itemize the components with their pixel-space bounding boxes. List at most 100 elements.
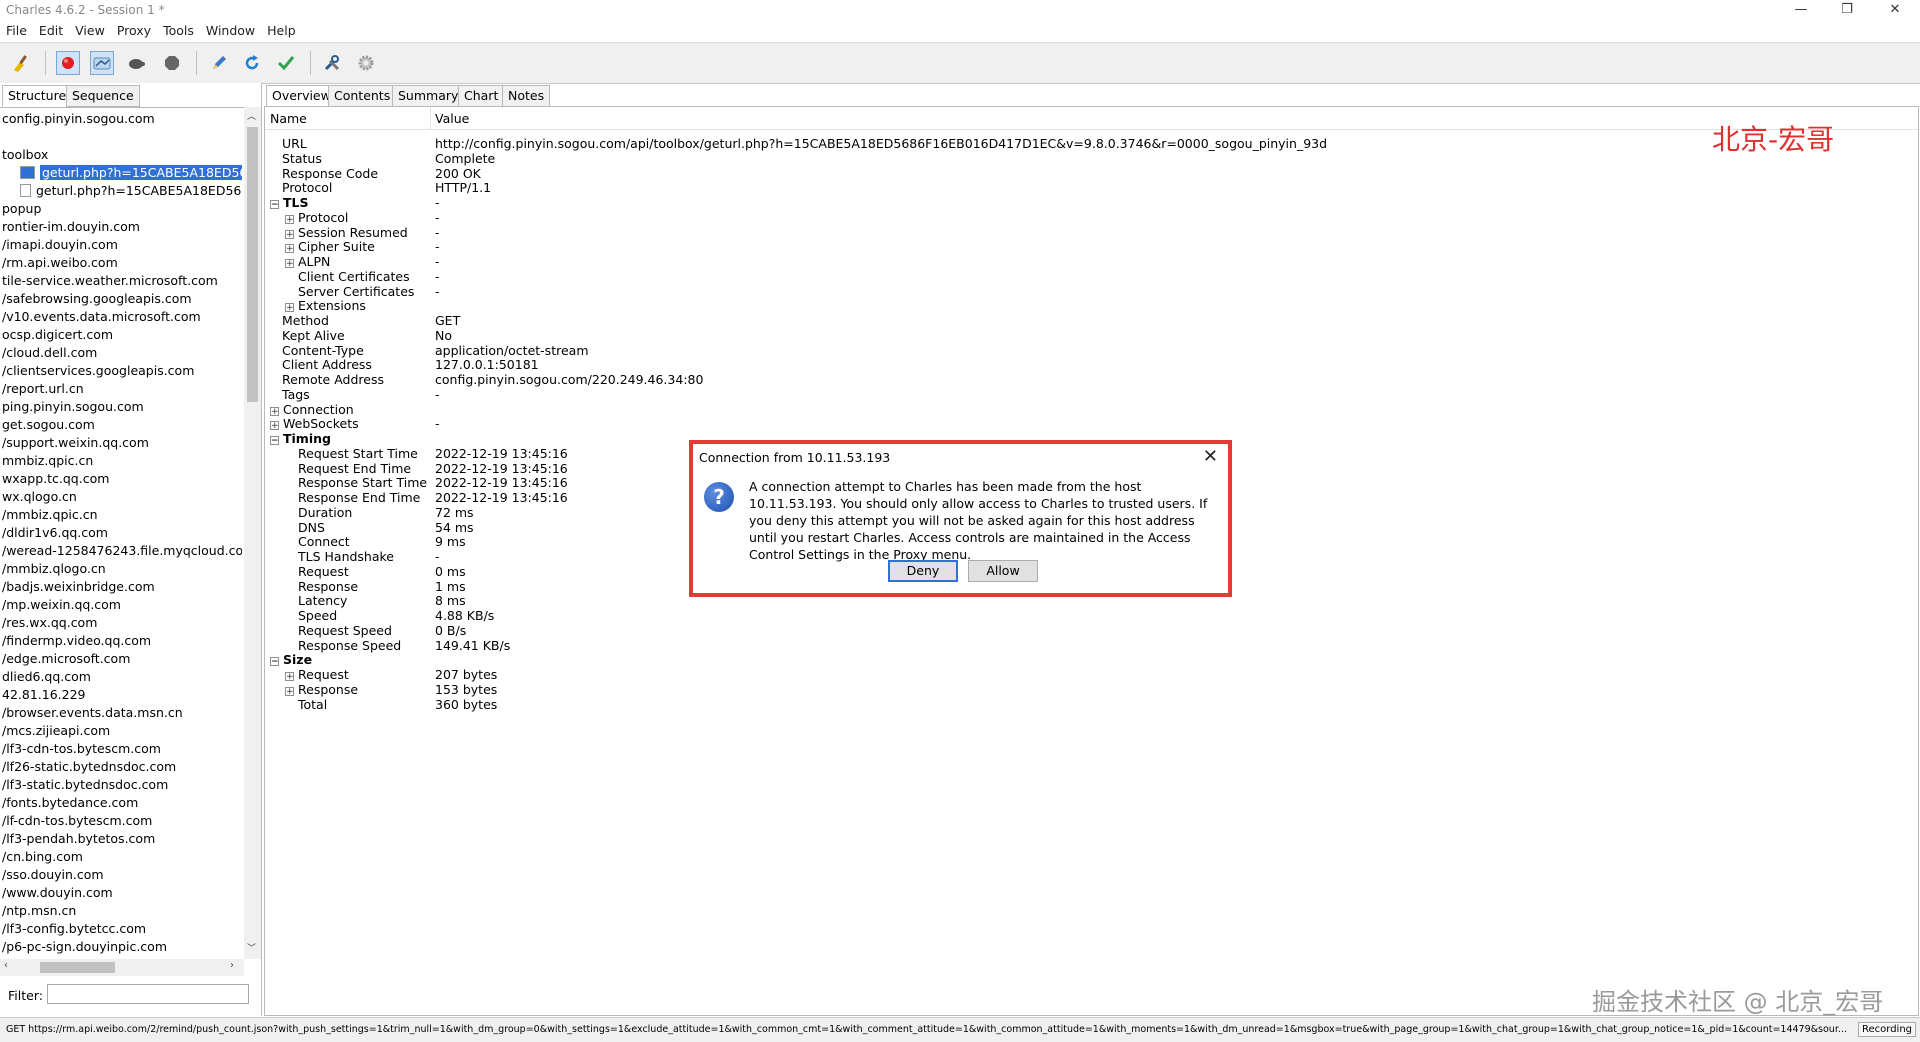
tree-host-item[interactable]: /lf3-pendah.bytetos.com bbox=[2, 830, 242, 848]
row-name-text: Request Start Time bbox=[298, 445, 418, 461]
tree-host-item[interactable]: /mmbiz.qpic.cn bbox=[2, 506, 242, 524]
allow-button[interactable]: Allow bbox=[968, 560, 1038, 582]
tab-contents[interactable]: Contents bbox=[328, 85, 397, 107]
tree-host-item[interactable]: popup bbox=[2, 200, 242, 218]
dialog-close-icon[interactable]: ✕ bbox=[1203, 446, 1218, 467]
tree-host-item[interactable]: 42.81.16.229 bbox=[2, 686, 242, 704]
tab-notes[interactable]: Notes bbox=[502, 85, 551, 107]
minimize-button[interactable]: — bbox=[1778, 0, 1824, 20]
tree-host-item[interactable]: /cn.bing.com bbox=[2, 848, 242, 866]
tree-host-item[interactable]: /lf-cdn-tos.bytescm.com bbox=[2, 812, 242, 830]
tree-host-item[interactable]: /fonts.bytedance.com bbox=[2, 794, 242, 812]
collapse-icon[interactable]: − bbox=[270, 657, 279, 667]
tab-chart[interactable]: Chart bbox=[458, 85, 505, 107]
tree-host-item[interactable]: /imapi.douyin.com bbox=[2, 236, 242, 254]
tree-host-item[interactable]: rontier-im.douyin.com bbox=[2, 218, 242, 236]
expand-icon[interactable]: + bbox=[285, 303, 294, 313]
throttle-icon[interactable] bbox=[90, 51, 114, 75]
tree-host-item[interactable]: /p6-pc-sign.douyinpic.com bbox=[2, 938, 242, 956]
tree-host-item[interactable]: get.sogou.com bbox=[2, 416, 242, 434]
menu-window[interactable]: Window bbox=[200, 20, 261, 42]
tree-vertical-scrollbar[interactable]: ︿ ﹀ bbox=[244, 107, 261, 959]
tree-host-item[interactable]: /badjs.weixinbridge.com bbox=[2, 578, 242, 596]
menu-edit[interactable]: Edit bbox=[33, 20, 69, 42]
tree-host-item[interactable]: /support.weixin.qq.com bbox=[2, 434, 242, 452]
row-name-text: Extensions bbox=[298, 298, 366, 314]
collapse-icon[interactable]: − bbox=[270, 200, 279, 210]
tree-host-item[interactable]: /findermp.video.qq.com bbox=[2, 632, 242, 650]
tree-host-item[interactable]: /edge.microsoft.com bbox=[2, 650, 242, 668]
tab-structure[interactable]: Structure bbox=[2, 85, 73, 107]
tree-host-item[interactable]: /mmbiz.qlogo.cn bbox=[2, 560, 242, 578]
tree-request-item[interactable]: geturl.php?h=15CABE5A18ED5686F16EB016D41… bbox=[20, 164, 242, 182]
tree-host-item[interactable]: /mp.weixin.qq.com bbox=[2, 596, 242, 614]
menu-view[interactable]: View bbox=[69, 20, 111, 42]
tab-summary[interactable]: Summary bbox=[392, 85, 465, 107]
expand-icon[interactable]: + bbox=[285, 672, 294, 682]
expand-icon[interactable]: + bbox=[270, 406, 279, 416]
tree-host-item[interactable]: /www.douyin.com bbox=[2, 884, 242, 902]
stop-icon[interactable] bbox=[160, 51, 184, 75]
tree-host-item[interactable]: /res.wx.qq.com bbox=[2, 614, 242, 632]
tab-sequence[interactable]: Sequence bbox=[66, 85, 140, 107]
tree-host-item[interactable]: /lf26-static.bytednsdoc.com bbox=[2, 758, 242, 776]
broom-icon[interactable] bbox=[9, 51, 33, 75]
filter-input[interactable] bbox=[47, 984, 249, 1004]
tree-host-item[interactable]: /mcs.zijieapi.com bbox=[2, 722, 242, 740]
expand-icon[interactable]: + bbox=[285, 214, 294, 224]
tree-host-item[interactable]: tile-service.weather.microsoft.com bbox=[2, 272, 242, 290]
close-window-button[interactable]: ✕ bbox=[1872, 0, 1918, 20]
tree-host-item[interactable]: toolbox bbox=[2, 146, 242, 164]
tree-host-item[interactable]: ocsp.digicert.com bbox=[2, 326, 242, 344]
recording-badge[interactable]: Recording bbox=[1857, 1022, 1916, 1037]
tree-host-item[interactable]: dlied6.qq.com bbox=[2, 668, 242, 686]
compose-pen-icon[interactable] bbox=[207, 51, 231, 75]
tree-host-item[interactable]: /v10.events.data.microsoft.com bbox=[2, 308, 242, 326]
menu-file[interactable]: File bbox=[0, 20, 33, 42]
tree-host-item[interactable]: /dldir1v6.qq.com bbox=[2, 524, 242, 542]
menu-help[interactable]: Help bbox=[261, 20, 302, 42]
tree-host-item[interactable]: /lf3-static.bytednsdoc.com bbox=[2, 776, 242, 794]
tree-host-item[interactable]: mmbiz.qpic.cn bbox=[2, 452, 242, 470]
tree-host-item[interactable]: /clientservices.googleapis.com bbox=[2, 362, 242, 380]
tree-host-item[interactable]: /safebrowsing.googleapis.com bbox=[2, 290, 242, 308]
tree-host-item[interactable]: /ntp.msn.cn bbox=[2, 902, 242, 920]
tree-host-item[interactable]: /lf3-config.bytetcc.com bbox=[2, 920, 242, 938]
expand-icon[interactable]: + bbox=[285, 686, 294, 696]
restore-button[interactable]: ❐ bbox=[1824, 0, 1870, 20]
tree-request-item[interactable]: geturl.php?h=15CABE5A18ED5686F16EB016D41… bbox=[20, 182, 242, 200]
expand-icon[interactable]: + bbox=[270, 421, 279, 431]
expand-icon[interactable]: + bbox=[285, 244, 294, 254]
tree-host-item[interactable]: /cloud.dell.com bbox=[2, 344, 242, 362]
tree-scroll-thumb[interactable] bbox=[247, 127, 258, 402]
column-value-header[interactable]: Value bbox=[435, 111, 469, 126]
overview-row[interactable]: Total 360 bytes bbox=[265, 696, 1915, 714]
tree-host-item[interactable]: /lf3-cdn-tos.bytescm.com bbox=[2, 740, 242, 758]
expand-icon[interactable]: + bbox=[285, 229, 294, 239]
tree-host-item[interactable]: /sso.douyin.com bbox=[2, 866, 242, 884]
collapse-icon[interactable]: − bbox=[270, 436, 279, 446]
tree-hscroll-thumb[interactable] bbox=[40, 962, 115, 973]
tree-host-item[interactable]: /report.url.cn bbox=[2, 380, 242, 398]
tree-host-item[interactable]: wxapp.tc.qq.com bbox=[2, 470, 242, 488]
tools-icon[interactable] bbox=[320, 51, 344, 75]
tree-host-item[interactable]: /rm.api.weibo.com bbox=[2, 254, 242, 272]
tab-overview[interactable]: Overview bbox=[266, 85, 337, 107]
menu-proxy[interactable]: Proxy bbox=[111, 20, 157, 42]
column-name-header[interactable]: Name bbox=[270, 111, 307, 126]
repeat-icon[interactable] bbox=[240, 51, 264, 75]
tree-host-item[interactable] bbox=[2, 128, 242, 146]
record-icon[interactable] bbox=[56, 51, 80, 75]
deny-button[interactable]: Deny bbox=[888, 560, 958, 582]
tree-host-item[interactable]: ping.pinyin.sogou.com bbox=[2, 398, 242, 416]
tree-host-item[interactable]: /weread-1258476243.file.myqcloud.com bbox=[2, 542, 242, 560]
tree-horizontal-scrollbar[interactable]: ‹ › bbox=[0, 959, 244, 976]
tree-host-item[interactable]: config.pinyin.sogou.com bbox=[2, 110, 242, 128]
menu-tools[interactable]: Tools bbox=[157, 20, 200, 42]
breakpoint-turtle-icon[interactable] bbox=[124, 51, 148, 75]
settings-gear-icon[interactable] bbox=[354, 51, 378, 75]
tree-host-item[interactable]: wx.qlogo.cn bbox=[2, 488, 242, 506]
tree-host-item[interactable]: /browser.events.data.msn.cn bbox=[2, 704, 242, 722]
validate-check-icon[interactable] bbox=[274, 51, 298, 75]
expand-icon[interactable]: + bbox=[285, 259, 294, 269]
